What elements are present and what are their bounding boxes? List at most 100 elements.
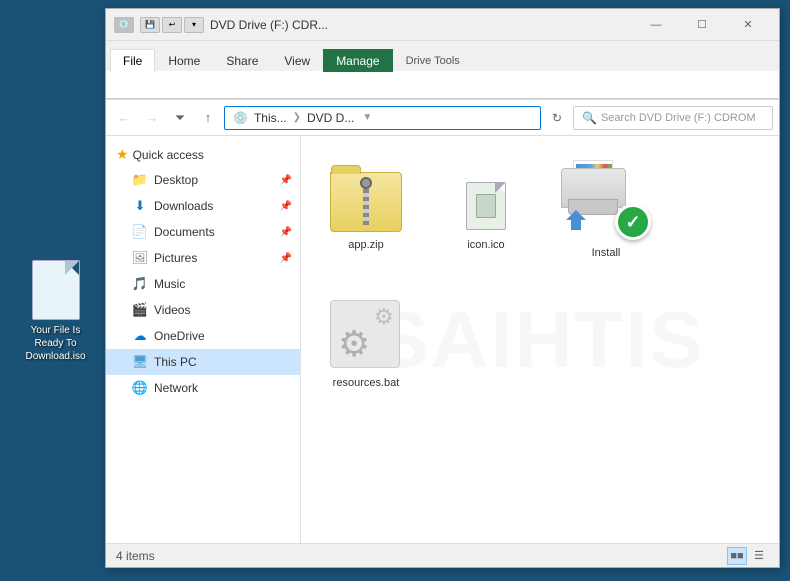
thispc-icon: 🖥 (132, 354, 148, 370)
zip-icon (330, 160, 402, 232)
gear-large-icon: ⚙ (338, 326, 378, 366)
videos-icon: 🎬 (132, 302, 148, 318)
window-controls: — ☐ ✕ (633, 9, 771, 41)
maximize-button[interactable]: ☐ (679, 9, 725, 41)
desktop: Your File Is Ready To Download.iso 💿 💾 ↩… (0, 0, 790, 581)
window-title: DVD Drive (F:) CDR... (210, 18, 627, 32)
downloads-icon: ⬇ (132, 198, 148, 214)
address-bar: ← → ⏷ ↑ 💿 This... ❯ DVD D... ▼ ↻ 🔍 Searc… (106, 100, 779, 136)
tab-manage-label: Drive Tools (393, 50, 473, 72)
file-grid: app.zip icon.ico (301, 136, 779, 415)
install-checkmark-badge: ✓ (615, 204, 651, 240)
save-tb-button[interactable]: 💾 (140, 17, 160, 33)
sidebar-label-videos: Videos (154, 303, 190, 317)
sidebar-label-onedrive: OneDrive (154, 329, 205, 343)
undo-tb-button[interactable]: ↩ (162, 17, 182, 33)
tab-home[interactable]: Home (155, 49, 213, 72)
file-item-appzip[interactable]: app.zip (321, 156, 411, 264)
tab-drive-tools[interactable]: Manage (323, 49, 392, 72)
gear-small-icon: ⚙ (374, 306, 398, 330)
sidebar-item-thispc[interactable]: 🖥 This PC (106, 349, 300, 375)
appzip-label: app.zip (348, 238, 383, 252)
sidebar-label-network: Network (154, 381, 198, 395)
search-box[interactable]: 🔍 Search DVD Drive (F:) CDROM (573, 106, 773, 130)
up-button[interactable]: ↑ (196, 106, 220, 130)
zip-folder-shape (330, 172, 402, 232)
sidebar: ★ Quick access 📁 Desktop 📌 ⬇ Downloads 📌… (106, 136, 301, 543)
pin-icon-4: 📌 (280, 253, 292, 264)
file-item-resources[interactable]: ⚙ ⚙ resources.bat (321, 294, 411, 394)
ico-inner-shape (476, 194, 496, 218)
quick-access-header[interactable]: ★ Quick access (106, 140, 300, 167)
ico-label: icon.ico (467, 238, 504, 252)
checkmark-icon: ✓ (625, 213, 640, 231)
search-placeholder: Search DVD Drive (F:) CDROM (601, 112, 756, 124)
address-path[interactable]: 💿 This... ❯ DVD D... ▼ (224, 106, 541, 130)
item-count: 4 items (116, 549, 155, 563)
star-icon: ★ (116, 146, 129, 163)
sidebar-item-downloads[interactable]: ⬇ Downloads 📌 (106, 193, 300, 219)
music-icon: 🎵 (132, 276, 148, 292)
path-sep-1: ❯ (293, 112, 301, 123)
sidebar-label-documents: Documents (154, 225, 215, 239)
file-item-install[interactable]: ✓ Install (561, 156, 651, 264)
network-icon: 🌐 (132, 380, 148, 396)
explorer-window: 💿 💾 ↩ ▾ DVD Drive (F:) CDR... — ☐ ✕ File… (105, 8, 780, 568)
sidebar-item-music[interactable]: 🎵 Music (106, 271, 300, 297)
zipper-pull (360, 177, 372, 189)
resources-icon: ⚙ ⚙ (330, 298, 402, 370)
minimize-button[interactable]: — (633, 9, 679, 41)
status-bar: 4 items ■■ ☰ (106, 543, 779, 567)
back-button[interactable]: ← (112, 106, 136, 130)
main-content: ★ Quick access 📁 Desktop 📌 ⬇ Downloads 📌… (106, 136, 779, 543)
forward-button[interactable]: → (140, 106, 164, 130)
pin-icon-3: 📌 (280, 227, 292, 238)
path-this: This... (254, 111, 287, 125)
ribbon-tabs: File Home Share View Manage Drive Tools (106, 41, 779, 71)
large-icons-view-button[interactable]: ■■ (727, 547, 747, 565)
sidebar-item-documents[interactable]: 📄 Documents 📌 (106, 219, 300, 245)
desktop-icon[interactable]: Your File Is Ready To Download.iso (18, 260, 93, 363)
tb-dropdown[interactable]: ▾ (184, 17, 204, 33)
sidebar-item-pictures[interactable]: 🖼 Pictures 📌 (106, 245, 300, 271)
onedrive-icon: ☁ (132, 328, 148, 344)
search-icon: 🔍 (582, 111, 597, 125)
details-view-button[interactable]: ☰ (749, 547, 769, 565)
close-button[interactable]: ✕ (725, 9, 771, 41)
desktop-icon-label: Your File Is Ready To Download.iso (18, 324, 93, 363)
sidebar-label-thispc: This PC (154, 355, 197, 369)
sidebar-label-music: Music (154, 277, 185, 291)
sidebar-label-pictures: Pictures (154, 251, 197, 265)
desktop-icon-image (32, 260, 80, 320)
ribbon-content (106, 71, 779, 99)
sidebar-item-desktop[interactable]: 📁 Desktop 📌 (106, 167, 300, 193)
folder-icon: 📁 (132, 172, 148, 188)
refresh-button[interactable]: ↻ (545, 106, 569, 130)
pin-icon-2: 📌 (280, 201, 292, 212)
view-toggle: ■■ ☰ (727, 547, 769, 565)
file-area: SAIHTIS app.zip (301, 136, 779, 543)
install-icon: ✓ (561, 160, 651, 240)
ribbon: File Home Share View Manage Drive Tools (106, 41, 779, 100)
recent-locations-button[interactable]: ⏷ (168, 106, 192, 130)
tab-share[interactable]: Share (213, 49, 271, 72)
install-label: Install (592, 246, 621, 260)
path-dvd: DVD D... (307, 111, 354, 125)
pin-icon: 📌 (280, 175, 292, 186)
ico-file-shape (466, 182, 506, 230)
sidebar-item-onedrive[interactable]: ☁ OneDrive (106, 323, 300, 349)
path-dropdown[interactable]: ▼ (362, 112, 372, 123)
sidebar-label-desktop: Desktop (154, 173, 198, 187)
sidebar-item-network[interactable]: 🌐 Network (106, 375, 300, 401)
sidebar-label-downloads: Downloads (154, 199, 213, 213)
path-icon: 💿 (233, 111, 248, 125)
tab-view[interactable]: View (271, 49, 323, 72)
file-item-ico[interactable]: icon.ico (441, 176, 531, 264)
tab-file[interactable]: File (110, 49, 155, 72)
quick-access-toolbar: 💾 ↩ ▾ (140, 17, 204, 33)
dvd-drive-icon: 💿 (114, 17, 134, 33)
quick-access-label: Quick access (133, 148, 204, 162)
printer-shape (561, 160, 631, 215)
documents-icon: 📄 (132, 224, 148, 240)
sidebar-item-videos[interactable]: 🎬 Videos (106, 297, 300, 323)
